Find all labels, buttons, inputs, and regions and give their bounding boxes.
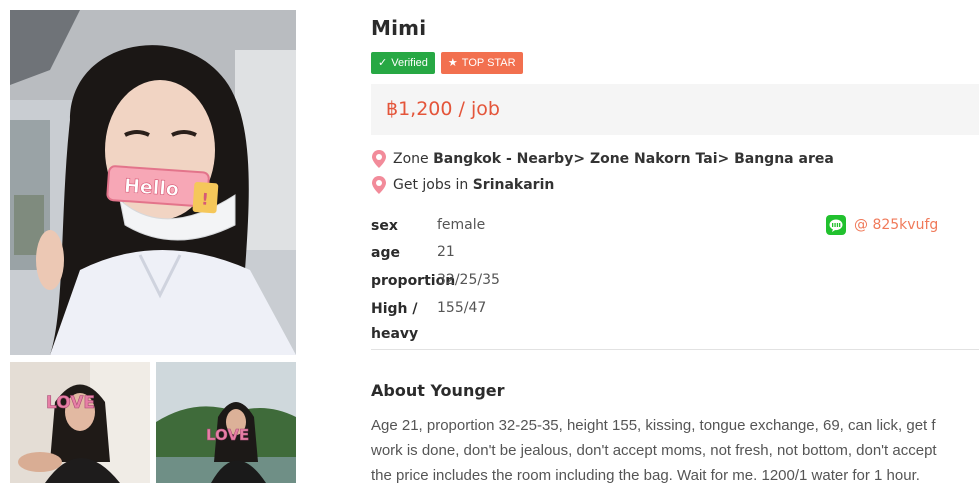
profile-name: Mimi (371, 16, 427, 40)
jobs-prefix: Get jobs in (393, 177, 473, 193)
top-star-badge: ★ TOP STAR (440, 52, 523, 74)
line-id-text[interactable]: @ 825kvufg (854, 217, 938, 233)
zone-value[interactable]: Bangkok - Nearby> Zone Nakorn Tai> Bangn… (433, 151, 834, 167)
about-title: About Younger (371, 381, 505, 400)
thumbnail-1-sticker-text: LOVE (46, 393, 95, 413)
profile-main-photo[interactable]: Hello ! (10, 10, 296, 355)
height-weight-label-line1: High / (371, 301, 418, 317)
verified-badge-label: Verified (391, 57, 428, 69)
badge-row: ✓ Verified ★ TOP STAR (371, 52, 523, 74)
age-value: 21 (437, 244, 455, 260)
about-text-line-2: work is done, don't be jealous, don't ac… (371, 442, 937, 459)
proportion-value: 32/25/35 (437, 272, 500, 288)
hello-sticker-text: Hello (123, 175, 179, 201)
price-box: ฿1,200 / job (371, 84, 979, 135)
zone-prefix: Zone (393, 151, 434, 167)
line-contact[interactable]: @ 825kvufg (826, 215, 938, 235)
line-app-icon (826, 215, 846, 235)
about-text-line-3: the price includes the room including th… (371, 467, 920, 484)
section-divider (371, 349, 979, 350)
sex-label: sex (371, 218, 398, 234)
about-text-line-1: Age 21, proportion 32-25-35, height 155,… (371, 417, 936, 434)
star-icon: ★ (447, 57, 458, 69)
price-text: ฿1,200 / job (386, 98, 500, 120)
svg-text:!: ! (201, 189, 210, 208)
thumbnail-2-sticker-text: LOVE (206, 426, 249, 444)
sex-value: female (437, 217, 486, 233)
check-icon: ✓ (378, 57, 388, 69)
jobs-area-value[interactable]: Srinakarin (473, 177, 555, 193)
top-star-badge-label: TOP STAR (461, 57, 516, 69)
height-weight-label-line2: heavy (371, 326, 419, 342)
height-weight-value: 155/47 (437, 300, 487, 316)
profile-thumbnail-2[interactable]: LOVE (156, 362, 296, 483)
location-pin-icon (371, 149, 387, 169)
zone-info: Zone Bangkok - Nearby> Zone Nakorn Tai> … (371, 149, 834, 169)
location-pin-icon (371, 175, 387, 195)
jobs-area-info: Get jobs in Srinakarin (371, 175, 554, 195)
profile-thumbnail-1[interactable]: LOVE (10, 362, 150, 483)
verified-badge: ✓ Verified (371, 52, 435, 74)
age-label: age (371, 245, 400, 261)
